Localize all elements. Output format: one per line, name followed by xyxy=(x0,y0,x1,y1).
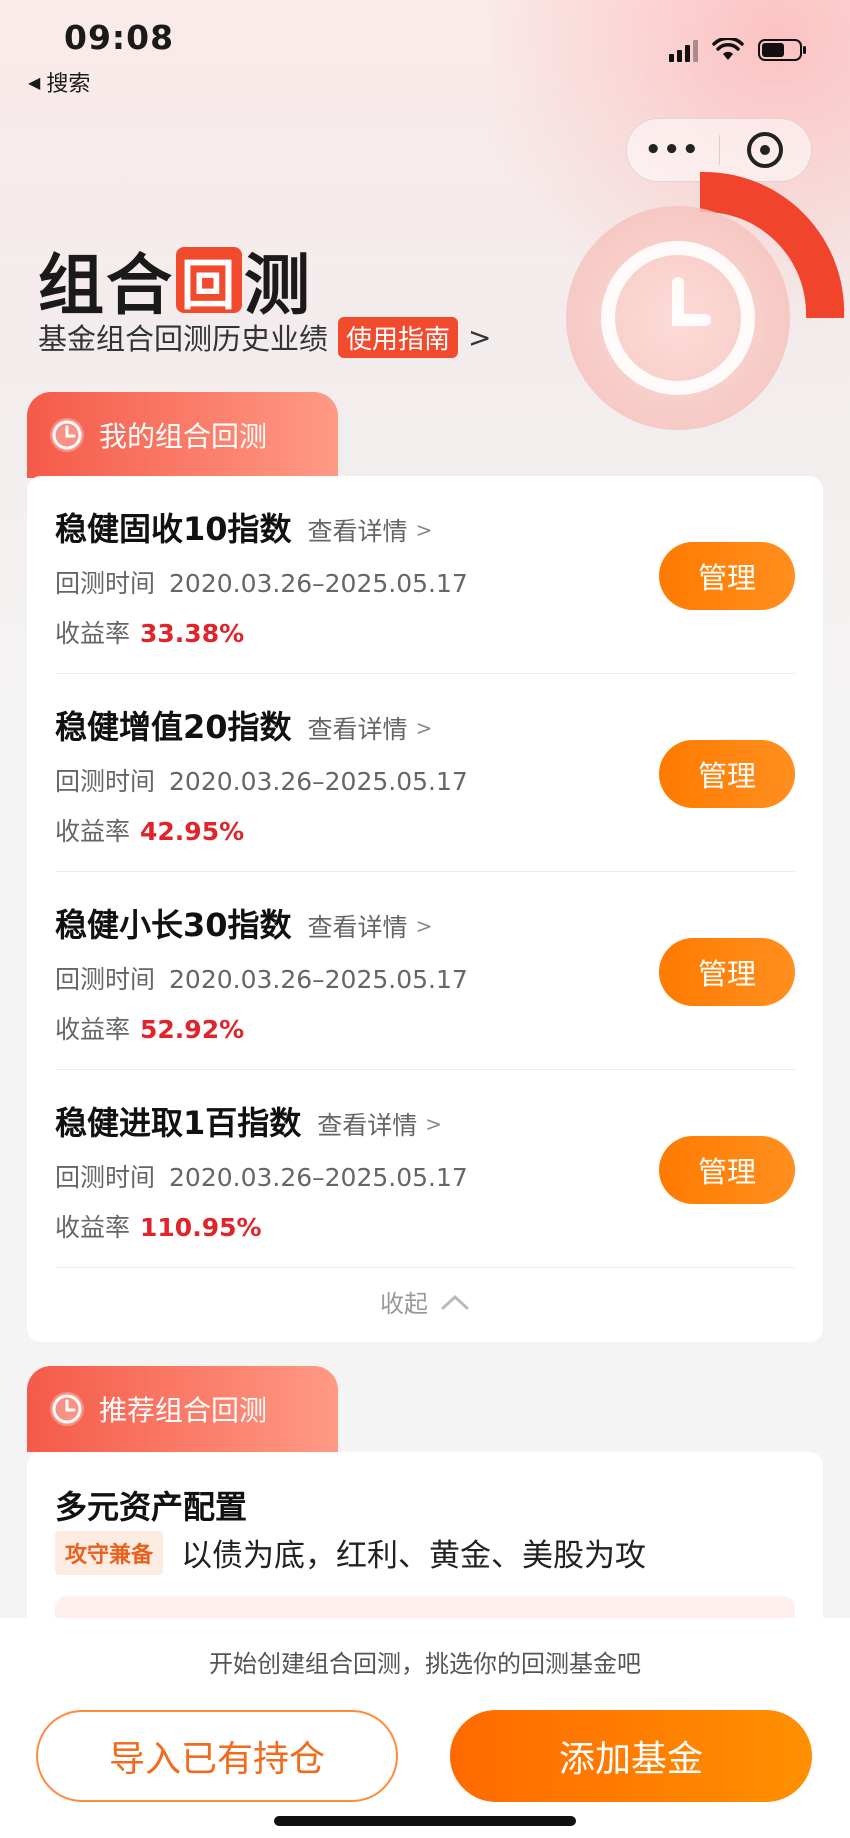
yield-rate: 收益率 42.95% xyxy=(55,812,244,848)
cellular-signal-icon xyxy=(669,38,698,62)
home-indicator[interactable] xyxy=(274,1816,576,1826)
manage-button[interactable]: 管理 xyxy=(659,740,795,808)
period-value: 2020.03.26–2025.05.17 xyxy=(169,569,468,598)
page-subtitle: 基金组合回测历史业绩 使用指南 > xyxy=(38,316,492,358)
yield-label: 收益率 xyxy=(55,1015,131,1044)
page-title: 组合 回 测 xyxy=(38,232,312,328)
period-label: 回测时间 xyxy=(55,569,156,598)
status-bar: 09:08 ◀ 搜索 xyxy=(0,0,850,100)
title-text-2: 测 xyxy=(244,247,312,324)
wifi-icon xyxy=(712,38,744,62)
manage-button[interactable]: 管理 xyxy=(659,542,795,610)
manage-button[interactable]: 管理 xyxy=(659,938,795,1006)
yield-rate: 收益率 52.92% xyxy=(55,1010,244,1046)
backtest-period: 回测时间 2020.03.26–2025.05.17 xyxy=(55,762,468,798)
back-to-search-link[interactable]: ◀ 搜索 xyxy=(28,66,90,98)
strategy-description: 以债为底，红利、黄金、美股为攻 xyxy=(181,1538,647,1574)
chevron-up-icon xyxy=(441,1294,469,1309)
collapse-toggle[interactable]: 收起 xyxy=(27,1284,823,1319)
view-detail-label: 查看详情 xyxy=(307,715,408,744)
yield-label: 收益率 xyxy=(55,817,131,846)
period-value: 2020.03.26–2025.05.17 xyxy=(169,767,468,796)
add-fund-button[interactable]: 添加基金 xyxy=(450,1710,812,1802)
period-label: 回测时间 xyxy=(55,767,156,796)
portfolio-name: 稳健增值20指数 查看详情 > xyxy=(55,702,432,748)
backtest-period: 回测时间 2020.03.26–2025.05.17 xyxy=(55,960,468,996)
period-value: 2020.03.26–2025.05.17 xyxy=(169,1163,468,1192)
back-label: 搜索 xyxy=(46,72,91,97)
view-detail-link[interactable]: 查看详情 > xyxy=(308,908,433,944)
backtest-period: 回测时间 2020.03.26–2025.05.17 xyxy=(55,1158,468,1194)
create-hint: 开始创建组合回测，挑选你的回测基金吧 xyxy=(209,1650,641,1678)
period-label: 回测时间 xyxy=(55,1163,156,1192)
portfolio-name-text: 稳健小长30指数 xyxy=(55,906,292,944)
list-item: 稳健固收10指数 查看详情 > 回测时间 2020.03.26–2025.05.1… xyxy=(27,476,823,674)
backtest-period: 回测时间 2020.03.26–2025.05.17 xyxy=(55,564,468,600)
portfolio-name: 稳健固收10指数 查看详情 > xyxy=(55,504,432,550)
strategy-tag: 攻守兼备 xyxy=(55,1530,164,1575)
collapse-label: 收起 xyxy=(380,1290,428,1318)
my-backtests-tab-label: 我的组合回测 xyxy=(99,420,268,453)
portfolio-name-text: 稳健固收10指数 xyxy=(55,510,292,548)
chevron-right-icon: > xyxy=(415,518,433,542)
subtitle-text: 基金组合回测历史业绩 xyxy=(38,322,329,356)
yield-value: 33.38% xyxy=(140,619,245,648)
period-value: 2020.03.26–2025.05.17 xyxy=(169,965,468,994)
yield-value: 52.92% xyxy=(140,1015,245,1044)
clock-history-icon xyxy=(50,418,84,452)
usage-guide-link[interactable]: 使用指南 xyxy=(338,316,459,358)
list-item: 稳健小长30指数 查看详情 > 回测时间 2020.03.26–2025.05.1… xyxy=(27,872,823,1070)
chevron-right-icon[interactable]: > xyxy=(468,321,491,354)
view-detail-label: 查看详情 xyxy=(317,1111,418,1140)
back-triangle-icon: ◀ xyxy=(28,72,41,92)
view-detail-link[interactable]: 查看详情 > xyxy=(308,710,433,746)
chevron-right-icon: > xyxy=(415,716,433,740)
recommended-portfolio-info: 攻守兼备 以债为底，红利、黄金、美股为攻 xyxy=(55,1530,646,1575)
portfolio-name-text: 稳健进取1百指数 xyxy=(55,1104,302,1142)
list-item: 稳健增值20指数 查看详情 > 回测时间 2020.03.26–2025.05.1… xyxy=(27,674,823,872)
bottom-action-bar: 开始创建组合回测，挑选你的回测基金吧 导入已有持仓 添加基金 xyxy=(0,1618,850,1838)
recommended-tab-label: 推荐组合回测 xyxy=(99,1394,268,1427)
my-backtests-tab: 我的组合回测 xyxy=(27,392,338,478)
history-clock-illustration xyxy=(560,168,850,458)
yield-label: 收益率 xyxy=(55,619,131,648)
status-time: 09:08 xyxy=(64,18,175,57)
yield-value: 110.95% xyxy=(140,1213,262,1242)
view-detail-link[interactable]: 查看详情 > xyxy=(308,512,433,548)
portfolio-name: 稳健小长30指数 查看详情 > xyxy=(55,900,432,946)
period-label: 回测时间 xyxy=(55,965,156,994)
yield-label: 收益率 xyxy=(55,1213,131,1242)
view-detail-label: 查看详情 xyxy=(307,913,408,942)
title-box-char: 回 xyxy=(176,247,242,317)
status-icons xyxy=(669,38,808,62)
my-backtests-card: 稳健固收10指数 查看详情 > 回测时间 2020.03.26–2025.05.1… xyxy=(27,476,823,1342)
import-holdings-button[interactable]: 导入已有持仓 xyxy=(36,1710,398,1802)
more-icon[interactable]: ••• xyxy=(627,135,719,165)
manage-button[interactable]: 管理 xyxy=(659,1136,795,1204)
divider xyxy=(55,1267,795,1268)
battery-icon xyxy=(758,38,808,62)
view-detail-link[interactable]: 查看详情 > xyxy=(317,1106,442,1142)
title-text-1: 组合 xyxy=(38,247,174,324)
recommended-backtests-tab: 推荐组合回测 xyxy=(27,1366,338,1452)
view-detail-label: 查看详情 xyxy=(307,517,408,546)
chevron-right-icon: > xyxy=(415,914,433,938)
yield-rate: 收益率 33.38% xyxy=(55,614,244,650)
list-item: 稳健进取1百指数 查看详情 > 回测时间 2020.03.26–2025.05.1… xyxy=(27,1070,823,1268)
yield-value: 42.95% xyxy=(140,817,245,846)
chevron-right-icon: > xyxy=(425,1112,443,1136)
portfolio-name-text: 稳健增值20指数 xyxy=(55,708,292,746)
close-circle-icon[interactable] xyxy=(720,130,812,170)
portfolio-name: 稳健进取1百指数 查看详情 > xyxy=(55,1098,442,1144)
recommended-portfolio-name: 多元资产配置 xyxy=(55,1488,248,1526)
yield-rate: 收益率 110.95% xyxy=(55,1208,262,1244)
clock-history-icon xyxy=(50,1392,84,1426)
